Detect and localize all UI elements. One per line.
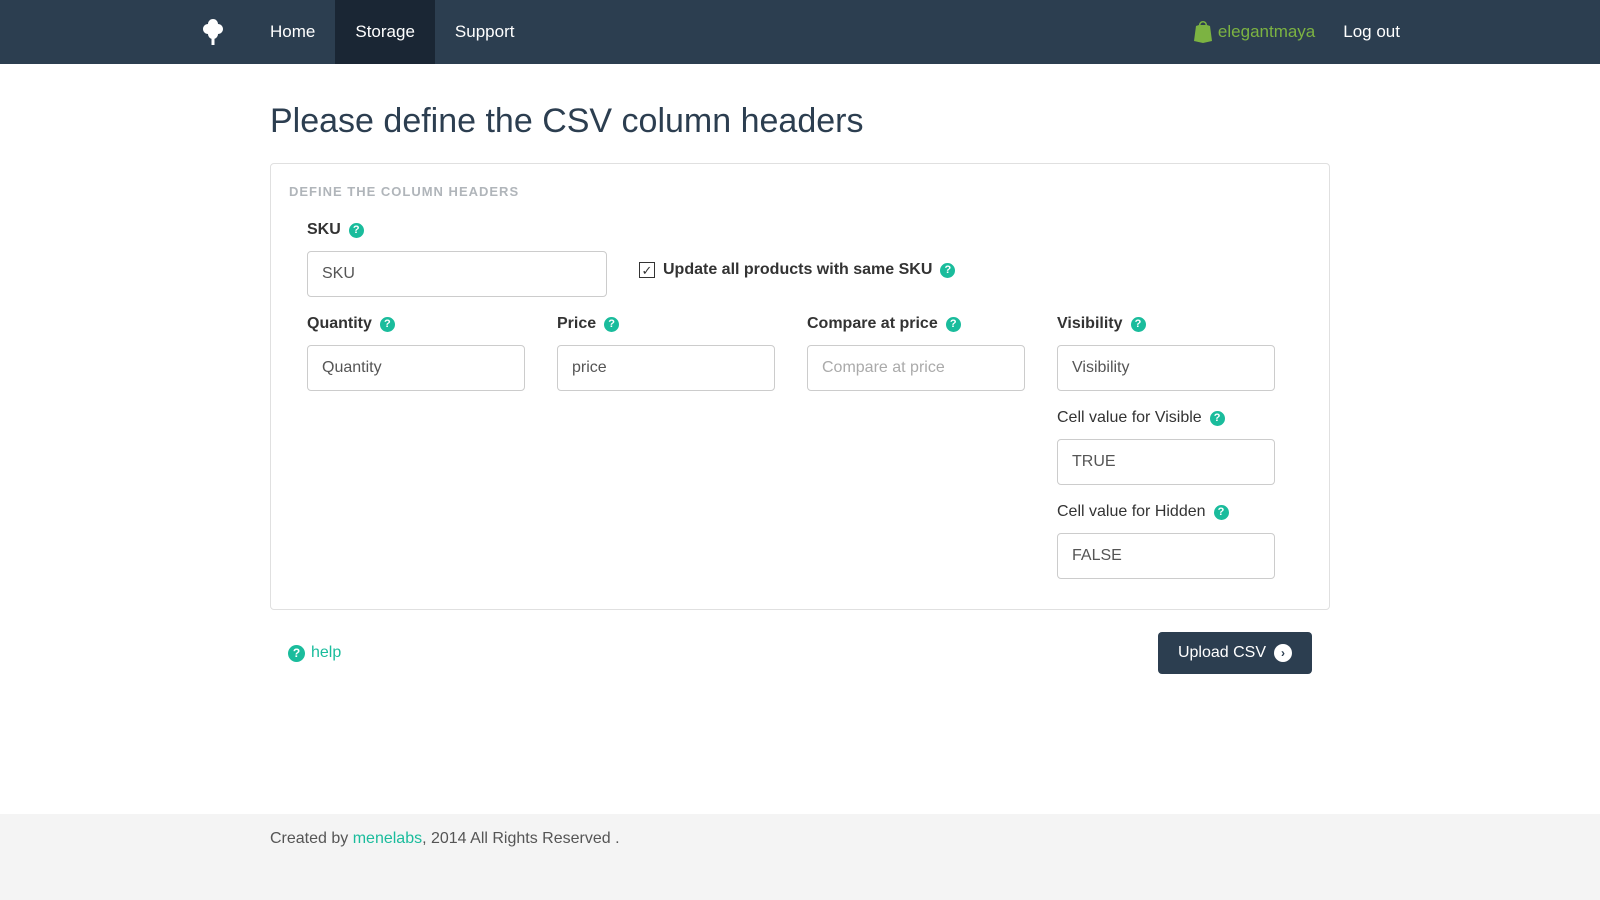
field-hidden-value: Cell value for Hidden ? [1057,503,1275,579]
label-price-text: Price [557,315,596,333]
label-visible-value-text: Cell value for Visible [1057,409,1202,427]
input-visibility[interactable] [1057,345,1275,391]
form-panel: DEFINE THE COLUMN HEADERS SKU ? ✓ Update… [270,163,1330,610]
row-sku: SKU ? ✓ Update all products with same SK… [289,221,1311,297]
field-sku: SKU ? [289,221,607,297]
brand-logo[interactable] [200,0,250,64]
help-icon[interactable]: ? [1131,317,1146,332]
nav-support[interactable]: Support [435,0,535,64]
input-compare[interactable] [807,345,1025,391]
help-icon[interactable]: ? [940,263,955,278]
label-quantity-text: Quantity [307,315,372,333]
panel-heading: DEFINE THE COLUMN HEADERS [289,184,1311,199]
navbar-inner: Home Storage Support elegantmaya Log out [200,0,1400,64]
footer-prefix: Created by [270,830,353,847]
input-price[interactable] [557,345,775,391]
checkbox-update-all[interactable]: ✓ Update all products with same SKU ? [639,261,955,279]
shop-link[interactable]: elegantmaya [1192,21,1315,43]
input-quantity[interactable] [307,345,525,391]
label-visible-value: Cell value for Visible ? [1057,409,1275,427]
label-compare-text: Compare at price [807,315,938,333]
main-container: Please define the CSV column headers DEF… [270,64,1330,674]
field-visibility-col: Visibility ? Cell value for Visible ? Ce… [1057,315,1275,579]
shopify-icon [1192,21,1212,43]
field-visibility: Visibility ? [1057,315,1275,391]
checkbox-label: Update all products with same SKU [663,261,932,279]
label-sku: SKU ? [307,221,607,239]
footer-text: Created by menelabs, 2014 All Rights Res… [270,830,1330,848]
nav-home[interactable]: Home [250,0,335,64]
upload-button-text: Upload CSV [1178,644,1266,662]
input-hidden-value[interactable] [1057,533,1275,579]
tree-icon [200,17,226,47]
label-compare: Compare at price ? [807,315,1025,333]
field-visible-value: Cell value for Visible ? [1057,409,1275,485]
field-compare: Compare at price ? [807,315,1025,391]
label-hidden-value-text: Cell value for Hidden [1057,503,1206,521]
help-icon[interactable]: ? [1210,411,1225,426]
help-icon[interactable]: ? [946,317,961,332]
label-visibility: Visibility ? [1057,315,1275,333]
help-link-text: help [311,644,341,662]
arrow-right-icon: › [1274,644,1292,662]
footer-link[interactable]: menelabs [353,830,422,847]
help-icon[interactable]: ? [349,223,364,238]
navbar: Home Storage Support elegantmaya Log out [0,0,1600,64]
actions-row: ? help Upload CSV › [270,632,1330,674]
help-icon[interactable]: ? [604,317,619,332]
nav-right: elegantmaya Log out [1192,0,1400,64]
page-title: Please define the CSV column headers [270,102,1330,141]
logout-link[interactable]: Log out [1343,22,1400,42]
label-quantity: Quantity ? [307,315,525,333]
checkbox-icon: ✓ [639,262,655,278]
field-quantity: Quantity ? [307,315,525,391]
input-visible-value[interactable] [1057,439,1275,485]
label-hidden-value: Cell value for Hidden ? [1057,503,1275,521]
footer: Created by menelabs, 2014 All Rights Res… [0,814,1600,900]
label-visibility-text: Visibility [1057,315,1123,333]
input-sku[interactable] [307,251,607,297]
label-sku-text: SKU [307,221,341,239]
upload-csv-button[interactable]: Upload CSV › [1158,632,1312,674]
nav-items: Home Storage Support [250,0,534,64]
field-price: Price ? [557,315,775,391]
footer-suffix: , 2014 All Rights Reserved . [422,830,619,847]
shop-name: elegantmaya [1218,22,1315,42]
help-icon[interactable]: ? [1214,505,1229,520]
help-link[interactable]: ? help [288,644,341,662]
label-price: Price ? [557,315,775,333]
nav-storage[interactable]: Storage [335,0,435,64]
row-fields: Quantity ? Price ? Compare at price ? [289,315,1311,579]
help-icon: ? [288,645,305,662]
help-icon[interactable]: ? [380,317,395,332]
